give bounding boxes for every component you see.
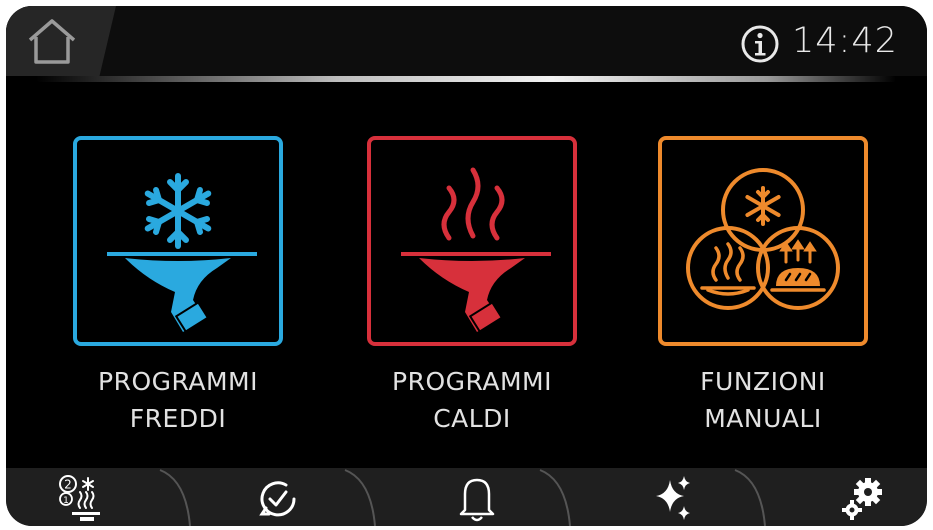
- manual-functions-label-line2: MANUALI: [704, 404, 822, 433]
- nav-separator: [539, 469, 571, 526]
- nav-separator: [344, 469, 376, 526]
- nav-separator: [159, 469, 191, 526]
- hot-programs-label-line2: CALDI: [433, 404, 511, 433]
- hot-programs-label-line1: PROGRAMMI: [392, 367, 552, 396]
- bell-icon[interactable]: [451, 474, 503, 524]
- screen: 14:42 PROGRAMMI FREDDI PROGRAMMI CALDI F…: [6, 6, 927, 526]
- cold-programs-label-line2: FREDDI: [129, 404, 227, 433]
- manual-functions-tile[interactable]: [658, 136, 868, 346]
- hot-programs-label: PROGRAMMI CALDI: [342, 363, 602, 437]
- svg-text:1: 1: [63, 496, 69, 506]
- top-bar: 14:42: [6, 6, 927, 76]
- info-icon[interactable]: [740, 24, 780, 64]
- svg-text:2: 2: [64, 478, 72, 492]
- manual-functions-label: FUNZIONI MANUALI: [633, 363, 893, 437]
- programs-list-icon[interactable]: 2 1: [54, 474, 106, 524]
- nav-separator: [734, 469, 766, 526]
- hot-programs-tile[interactable]: [367, 136, 577, 346]
- settings-gears-icon[interactable]: [836, 474, 888, 524]
- manual-functions-icon: [686, 168, 840, 310]
- sparkle-icon[interactable]: [646, 474, 698, 524]
- timer-icon[interactable]: [252, 474, 304, 524]
- cold-programs-tile[interactable]: [73, 136, 283, 346]
- manual-functions-label-line1: FUNZIONI: [700, 367, 826, 396]
- bottom-nav: 2 1: [6, 468, 927, 526]
- snowflake-tray-icon: [107, 173, 257, 333]
- clock-time: 14:42: [792, 21, 898, 61]
- home-icon[interactable]: [24, 16, 80, 68]
- cold-programs-label-line1: PROGRAMMI: [98, 367, 258, 396]
- cold-programs-label: PROGRAMMI FREDDI: [48, 363, 308, 437]
- steam-tray-icon: [401, 167, 551, 333]
- header-divider: [36, 76, 896, 82]
